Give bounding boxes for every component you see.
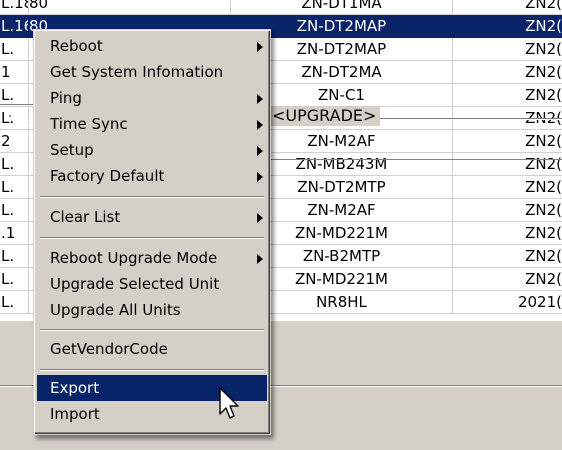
- status-text: ·: [8, 110, 13, 125]
- menu-item-setup[interactable]: Setup: [37, 137, 267, 163]
- menu-item-label: Ping: [50, 89, 82, 107]
- menu-item-upgrade-selected-unit[interactable]: Upgrade Selected Unit: [37, 271, 267, 297]
- menu-item-factory-default[interactable]: Factory Default: [37, 163, 267, 189]
- menu-separator: [40, 329, 264, 331]
- menu-item-get-system-info[interactable]: Get System Infomation: [37, 59, 267, 85]
- table-cell: .1: [0, 222, 29, 244]
- table-cell: ZN2(: [525, 247, 562, 265]
- menu-separator: [40, 237, 264, 239]
- table-cell: ZN2(: [525, 86, 562, 104]
- table-row[interactable]: L.18480ZN-DT1MA ZN2(: [0, 0, 562, 15]
- table-cell: ZN2(: [525, 63, 562, 81]
- table-cell: ZN2(: [525, 17, 562, 35]
- menu-item-label: Import: [50, 405, 100, 423]
- submenu-arrow-icon: [257, 213, 263, 223]
- table-cell: L.: [0, 291, 29, 313]
- table-cell: L.: [0, 268, 29, 290]
- table-cell: 1: [0, 61, 29, 83]
- table-cell: ZN2(: [525, 201, 562, 219]
- table-cell: L.: [0, 199, 29, 221]
- table-cell: L.: [0, 176, 29, 198]
- menu-item-label: Upgrade Selected Unit: [50, 275, 220, 293]
- table-cell: ZN-DT1MA: [231, 0, 453, 14]
- table-cell: 2: [0, 130, 29, 152]
- menu-item-label: Factory Default: [50, 167, 165, 185]
- table-cell: ZN2(: [525, 178, 562, 196]
- menu-separator: [40, 196, 264, 198]
- upgrade-groupbox-label: <UPGRADE>: [268, 106, 381, 126]
- table-cell: L.: [0, 84, 29, 106]
- table-cell: 80: [29, 0, 231, 14]
- menu-item-label: Reboot: [50, 37, 103, 55]
- submenu-arrow-icon: [257, 94, 263, 104]
- table-cell: ZN2(: [525, 40, 562, 58]
- submenu-arrow-icon: [257, 146, 263, 156]
- table-cell: 2021(: [517, 293, 562, 311]
- menu-item-label: Reboot Upgrade Mode: [50, 249, 218, 267]
- table-cell: ZN2(: [525, 224, 562, 242]
- menu-item-ping[interactable]: Ping: [37, 85, 267, 111]
- table-cell: L.: [0, 153, 29, 175]
- submenu-arrow-icon: [257, 254, 263, 264]
- table-cell: L.184: [0, 0, 29, 14]
- menu-item-label: Export: [50, 379, 100, 397]
- table-cell: ZN2(: [525, 270, 562, 288]
- menu-item-upgrade-all-units[interactable]: Upgrade All Units: [37, 297, 267, 323]
- mouse-pointer-icon: [219, 387, 239, 419]
- menu-item-label: Time Sync: [50, 115, 128, 133]
- menu-item-label: GetVendorCode: [50, 340, 168, 358]
- table-cell: ZN2(: [525, 0, 562, 12]
- submenu-arrow-icon: [257, 120, 263, 130]
- table-cell: L.169: [0, 15, 29, 37]
- menu-separator: [40, 369, 264, 371]
- menu-item-clear-list[interactable]: Clear List: [37, 204, 267, 230]
- menu-item-label: Upgrade All Units: [50, 301, 181, 319]
- submenu-arrow-icon: [257, 172, 263, 182]
- menu-item-time-sync[interactable]: Time Sync: [37, 111, 267, 137]
- table-cell: L.: [0, 245, 29, 267]
- context-menu: Reboot Get System Infomation Ping Time Sync…: [33, 29, 271, 435]
- menu-item-label: Setup: [50, 141, 94, 159]
- submenu-arrow-icon: [257, 42, 263, 52]
- menu-item-label: Clear List: [50, 208, 121, 226]
- menu-item-reboot[interactable]: Reboot: [37, 33, 267, 59]
- menu-item-label: Get System Infomation: [50, 63, 224, 81]
- menu-item-get-vendor-code[interactable]: GetVendorCode: [37, 336, 267, 362]
- menu-item-reboot-upgrade-mode[interactable]: Reboot Upgrade Mode: [37, 245, 267, 271]
- table-cell: L.: [0, 38, 29, 60]
